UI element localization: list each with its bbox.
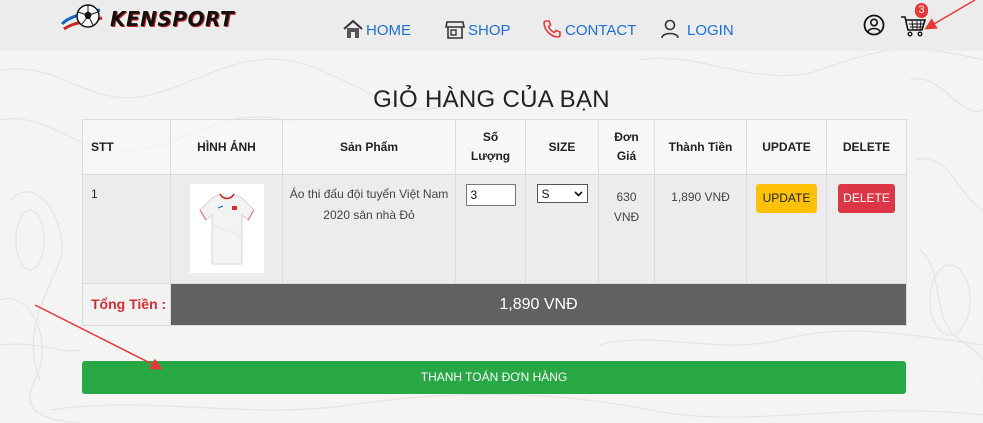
brand-name: KENSPORT (110, 7, 235, 31)
header-delete: DELETE (826, 119, 907, 175)
nav-contact-label: CONTACT (565, 22, 637, 39)
chevron-down-icon (573, 190, 583, 197)
header-quantity-line2: Lượng (470, 149, 511, 163)
size-select[interactable]: S (536, 184, 588, 203)
quantity-input[interactable] (465, 184, 516, 206)
row-subtotal: 1,890 VNĐ (654, 174, 747, 284)
account-circle-icon[interactable] (863, 14, 885, 36)
shop-icon (445, 21, 465, 39)
nav-home-label: HOME (366, 22, 411, 39)
row-product-name: Áo thi đấu đội tuyển Việt Nam 2020 sân n… (282, 174, 456, 284)
checkout-button[interactable]: THANH TOÁN ĐƠN HÀNG (82, 361, 906, 394)
row-stt: 1 (82, 174, 171, 284)
header-image: HÌNH ẢNH (170, 119, 283, 175)
page-title: GIỎ HÀNG CỦA BẠN (373, 86, 610, 113)
size-select-value: S (541, 186, 550, 201)
top-navbar: KENSPORT HOME SHOP CONTACT LOGIN 3 (0, 0, 983, 51)
header-subtotal: Thành Tiền (654, 119, 747, 175)
home-icon (343, 20, 363, 38)
row-delete-cell: DELETE (826, 174, 907, 284)
nav-contact-link[interactable]: CONTACT (542, 11, 636, 39)
product-name-text: Áo thi đấu đội tuyển Việt Nam 2020 sân n… (289, 187, 449, 222)
header-quantity: Số Lượng (455, 119, 526, 175)
cart-count-badge: 3 (915, 3, 928, 18)
soccer-ball-logo-icon (60, 4, 103, 31)
total-label: Tổng Tiền : (82, 283, 171, 326)
header-size: SIZE (525, 119, 599, 175)
header-stt: STT (82, 119, 171, 175)
row-quantity-cell (455, 174, 526, 284)
header-update: UPDATE (746, 119, 827, 175)
nav-shop-link[interactable]: SHOP (445, 11, 511, 39)
cart-table: STT HÌNH ẢNH Sản Phẩm Số Lượng SIZE Đơn … (82, 119, 907, 326)
header-quantity-line1: Số (482, 130, 499, 144)
brand-logo[interactable]: KENSPORT (60, 2, 234, 36)
nav-home-link[interactable]: HOME (343, 11, 411, 39)
header-price-line2: Giá (616, 149, 637, 163)
delete-button[interactable]: DELETE (838, 184, 895, 213)
header-unit-price: Đơn Giá (598, 119, 655, 175)
total-row: Tổng Tiền : 1,890 VNĐ (82, 283, 907, 326)
header-price-line1: Đơn (614, 130, 639, 144)
row-update-cell: UPDATE (746, 174, 827, 284)
row-image-cell (170, 174, 283, 284)
nav-login-link[interactable]: LOGIN (660, 11, 734, 39)
table-row: 1 Áo thi đấu đội tuyển Việt Nam 2020 sân… (82, 174, 907, 284)
nav-shop-label: SHOP (468, 22, 511, 39)
unit-price-currency: VNĐ (613, 210, 640, 224)
phone-icon (543, 20, 561, 38)
row-unit-price: 630 VNĐ (598, 174, 655, 284)
row-size-cell: S (525, 174, 599, 284)
header-product: Sản Phẩm (282, 119, 456, 175)
update-button[interactable]: UPDATE (756, 184, 817, 213)
product-jersey-image (189, 184, 264, 273)
unit-price-amount: 630 (616, 190, 637, 204)
subtotal-text: 1,890 VNĐ (671, 190, 730, 204)
total-value: 1,890 VNĐ (170, 283, 907, 326)
shopping-cart-icon[interactable] (900, 15, 926, 37)
nav-login-label: LOGIN (687, 22, 734, 39)
user-icon (661, 19, 679, 39)
